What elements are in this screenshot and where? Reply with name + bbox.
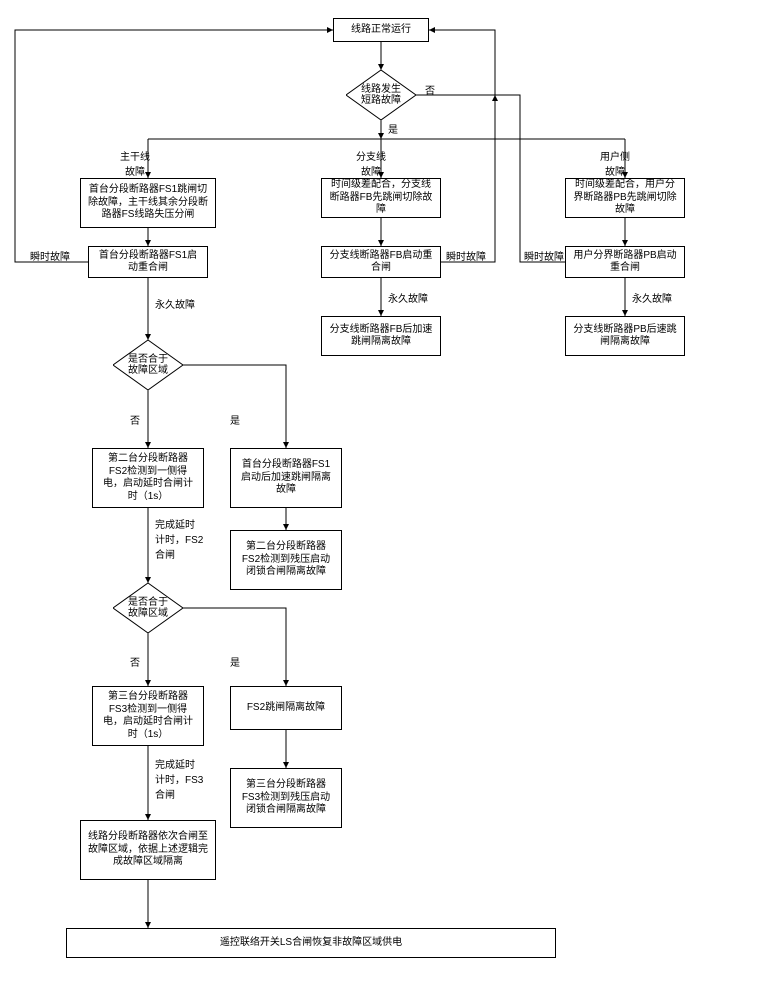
main-no-b1: 第二台分段断路器FS2检测到一侧得电，启动延时合闸计时（1s） — [92, 448, 204, 508]
decision-text: 线路发生短路故障 — [351, 84, 411, 106]
main-final-no: 线路分段断路器依次合闸至故障区域，依据上述逻辑完成故障区域隔离 — [80, 820, 216, 880]
label-d3-no: 否 — [130, 654, 140, 669]
branch-b2: 分支线断路器FB启动重合闸 — [321, 246, 441, 278]
main-no-c1: 第三台分段断路器FS3检测到一侧得电，启动延时合闸计时（1s） — [92, 686, 204, 746]
label-user-branch: 用户侧故障 — [600, 148, 630, 178]
decision-short-circuit: 线路发生短路故障 — [346, 70, 416, 120]
decision-d2: 是否合于故障区域 — [113, 340, 183, 390]
main-a1: 首台分段断路器FS1跳闸切除故障，主干线其余分段断路器FS线路失压分闸 — [80, 178, 216, 228]
label-delay1: 完成延时计时，FS2合闸 — [155, 516, 203, 561]
final-node: 遥控联络开关LS合闸恢复非故障区域供电 — [66, 928, 556, 958]
label-no: 否 — [425, 82, 435, 97]
user-u3: 分支线断路器PB后速跳闸隔离故障 — [565, 316, 685, 356]
branch-b3: 分支线断路器FB后加速跳闸隔离故障 — [321, 316, 441, 356]
main-yes-c2: 第三台分段断路器FS3检测到残压启动闭锁合闸隔离故障 — [230, 768, 342, 828]
user-u1: 时间级差配合，用户分界断路器PB先跳闸切除故障 — [565, 178, 685, 218]
main-yes-b1: 首台分段断路器FS1启动后加速跳闸隔离故障 — [230, 448, 342, 508]
start-node: 线路正常运行 — [333, 18, 429, 42]
branch-b1: 时间级差配合，分支线断路器FB先跳闸切除故障 — [321, 178, 441, 218]
label-main-branch: 主干线故障 — [120, 148, 150, 178]
label-permanent-user: 永久故障 — [632, 290, 672, 305]
label-d3-yes: 是 — [230, 654, 240, 669]
main-yes-c1: FS2跳闸隔离故障 — [230, 686, 342, 730]
label-yes: 是 — [388, 121, 398, 136]
decision-d3-text: 是否合于故障区域 — [118, 597, 178, 619]
decision-d2-text: 是否合于故障区域 — [118, 354, 178, 376]
label-transient-branch: 瞬时故障 — [446, 248, 486, 263]
label-transient-user: 瞬时故障 — [524, 248, 564, 263]
label-delay2: 完成延时计时，FS3合闸 — [155, 756, 203, 801]
decision-d3: 是否合于故障区域 — [113, 583, 183, 633]
main-a2: 首台分段断路器FS1启动重合闸 — [88, 246, 208, 278]
user-u2: 用户分界断路器PB启动重合闸 — [565, 246, 685, 278]
label-sub-branch: 分支线故障 — [356, 148, 386, 178]
label-transient-main: 瞬时故障 — [30, 248, 70, 263]
main-yes-b2: 第二台分段断路器FS2检测到残压启动闭锁合闸隔离故障 — [230, 530, 342, 590]
label-permanent-main: 永久故障 — [155, 296, 195, 311]
label-permanent-branch: 永久故障 — [388, 290, 428, 305]
label-d2-yes: 是 — [230, 412, 240, 427]
label-d2-no: 否 — [130, 412, 140, 427]
